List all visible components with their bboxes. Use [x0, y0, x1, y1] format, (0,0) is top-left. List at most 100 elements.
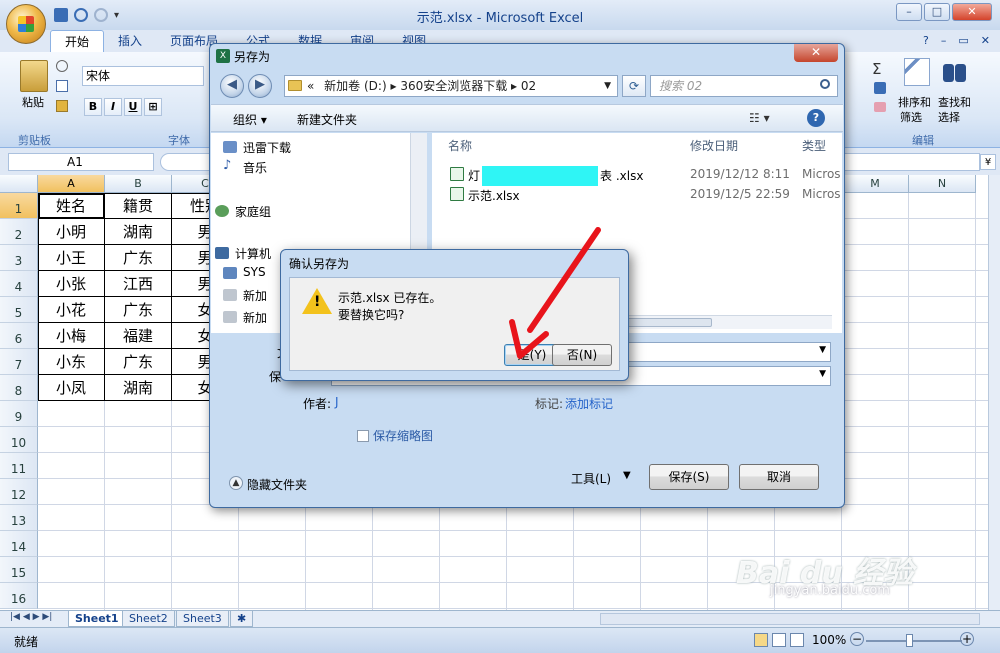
nav-item-computer[interactable]: 计算机 — [235, 245, 271, 262]
view-normal-icon[interactable] — [754, 633, 768, 647]
font-name-select[interactable]: 宋体 — [82, 66, 204, 86]
path-overflow[interactable]: « — [307, 79, 314, 93]
path-dropdown-icon[interactable]: ▼ — [604, 76, 611, 96]
table-cell[interactable]: 小凤 — [38, 375, 105, 401]
sheet-nav-first-icon[interactable]: |◀ ◀ ▶ ▶| — [10, 612, 52, 622]
save-as-close-button[interactable]: ✕ — [794, 44, 838, 62]
row-header-6[interactable]: 6 — [0, 323, 38, 349]
no-button[interactable]: 否(N) — [552, 344, 612, 366]
save-icon[interactable] — [54, 8, 68, 22]
format-painter-icon[interactable] — [56, 100, 68, 112]
sort-filter-label-2[interactable]: 筛选 — [900, 109, 922, 125]
row-header-8[interactable]: 8 — [0, 375, 38, 401]
table-cell[interactable]: 江西 — [105, 271, 172, 297]
nav-item-drive-2[interactable]: 新加 — [243, 309, 267, 326]
path-segment-folder[interactable]: 360安全浏览器下载 — [400, 79, 507, 93]
table-header-cell[interactable]: 姓名 — [38, 193, 105, 219]
table-cell[interactable]: 广东 — [105, 349, 172, 375]
sort-filter-icon[interactable] — [904, 58, 930, 86]
paste-button[interactable]: 粘贴 — [22, 94, 44, 110]
row-header-13[interactable]: 13 — [0, 505, 38, 531]
column-header-M[interactable]: M — [842, 175, 909, 193]
help-icon[interactable]: ? — [923, 34, 929, 47]
tab-home[interactable]: 开始 — [50, 30, 105, 52]
zoom-slider-thumb[interactable] — [906, 634, 913, 647]
column-name-header[interactable]: 名称 — [448, 137, 472, 154]
column-header-B[interactable]: B — [105, 175, 172, 193]
file-name-1-end[interactable]: 表 .xlsx — [600, 167, 643, 184]
copy-icon[interactable] — [56, 80, 68, 92]
row-header-4[interactable]: 4 — [0, 271, 38, 297]
clear-icon[interactable] — [874, 102, 886, 112]
nav-item-homegroup[interactable]: 家庭组 — [235, 203, 271, 220]
horizontal-scrollbar[interactable] — [600, 613, 980, 625]
row-header-3[interactable]: 3 — [0, 245, 38, 271]
zoom-in-icon[interactable]: + — [960, 632, 974, 646]
back-icon[interactable]: ◀ — [220, 74, 244, 98]
view-page-break-icon[interactable] — [790, 633, 804, 647]
table-cell[interactable]: 广东 — [105, 245, 172, 271]
row-header-1[interactable]: 1 — [0, 193, 38, 219]
filename-dropdown-icon[interactable]: ▼ — [819, 345, 826, 355]
column-header-N[interactable]: N — [909, 175, 976, 193]
italic-button[interactable]: I — [104, 98, 122, 116]
row-header-2[interactable]: 2 — [0, 219, 38, 245]
maximize-button[interactable]: □ — [924, 3, 950, 21]
row-header-10[interactable]: 10 — [0, 427, 38, 453]
table-cell[interactable]: 湖南 — [105, 219, 172, 245]
select-all-corner[interactable] — [0, 175, 38, 193]
column-type-header[interactable]: 类型 — [802, 137, 826, 154]
row-header-7[interactable]: 7 — [0, 349, 38, 375]
column-date-header[interactable]: 修改日期 — [690, 137, 738, 154]
find-select-icon[interactable] — [941, 58, 969, 86]
nav-item-music[interactable]: 音乐 — [243, 159, 267, 176]
zoom-slider[interactable] — [866, 640, 962, 642]
table-cell[interactable]: 小花 — [38, 297, 105, 323]
office-button[interactable] — [6, 4, 46, 44]
tools-button[interactable]: 工具(L) — [571, 470, 611, 487]
save-thumbnail-checkbox[interactable] — [357, 430, 369, 442]
save-type-dropdown-icon[interactable]: ▼ — [819, 369, 826, 379]
file-name-1-start[interactable]: 灯 — [468, 167, 480, 184]
paste-icon[interactable] — [20, 60, 48, 92]
ribbon-restore-icon[interactable]: ▭ — [958, 34, 968, 47]
organize-button[interactable]: 组织 ▾ — [233, 111, 267, 128]
row-header-14[interactable]: 14 — [0, 531, 38, 557]
row-header-5[interactable]: 5 — [0, 297, 38, 323]
row-header-12[interactable]: 12 — [0, 479, 38, 505]
nav-item-sys[interactable]: SYS — [243, 265, 266, 279]
refresh-icon[interactable]: ⟳ — [622, 75, 646, 97]
table-cell[interactable]: 小王 — [38, 245, 105, 271]
save-button[interactable]: 保存(S) — [649, 464, 729, 490]
row-header-11[interactable]: 11 — [0, 453, 38, 479]
find-select-label-2[interactable]: 选择 — [938, 109, 960, 125]
tools-dropdown-icon[interactable]: ▼ — [623, 470, 631, 481]
author-value[interactable]: J — [335, 395, 339, 409]
table-header-cell[interactable]: 籍贯 — [105, 193, 172, 219]
path-segment-drive[interactable]: 新加卷 (D:) — [324, 79, 386, 93]
view-options-icon[interactable]: ☷ ▾ — [749, 111, 770, 125]
search-input[interactable]: 搜索 02 — [650, 75, 838, 97]
cut-icon[interactable] — [56, 60, 68, 72]
border-button[interactable]: ⊞ — [144, 98, 162, 116]
nav-item-thunder[interactable]: 迅雷下载 — [243, 139, 291, 156]
ribbon-minimize-icon[interactable]: – — [941, 34, 947, 47]
underline-button[interactable]: U — [124, 98, 142, 116]
path-breadcrumb[interactable]: « 新加卷 (D:) ▸ 360安全浏览器下载 ▸ 02 ▼ — [284, 75, 618, 97]
row-header-15[interactable]: 15 — [0, 557, 38, 583]
tab-insert[interactable]: 插入 — [104, 30, 156, 52]
sort-filter-label[interactable]: 排序和 — [898, 94, 931, 110]
sheet-tab-3[interactable]: Sheet3 — [176, 611, 229, 627]
column-header-A[interactable]: A — [38, 175, 105, 193]
fill-icon[interactable] — [874, 82, 886, 94]
table-cell[interactable]: 小梅 — [38, 323, 105, 349]
tags-value[interactable]: 添加标记 — [565, 395, 613, 412]
autosum-icon[interactable]: Σ — [872, 60, 881, 78]
table-cell[interactable]: 小明 — [38, 219, 105, 245]
row-header-9[interactable]: 9 — [0, 401, 38, 427]
collapse-icon[interactable]: ▲ — [229, 476, 243, 490]
name-box[interactable]: A1 — [8, 153, 154, 171]
table-cell[interactable]: 广东 — [105, 297, 172, 323]
find-select-label[interactable]: 查找和 — [938, 94, 971, 110]
zoom-level[interactable]: 100% — [812, 633, 846, 647]
